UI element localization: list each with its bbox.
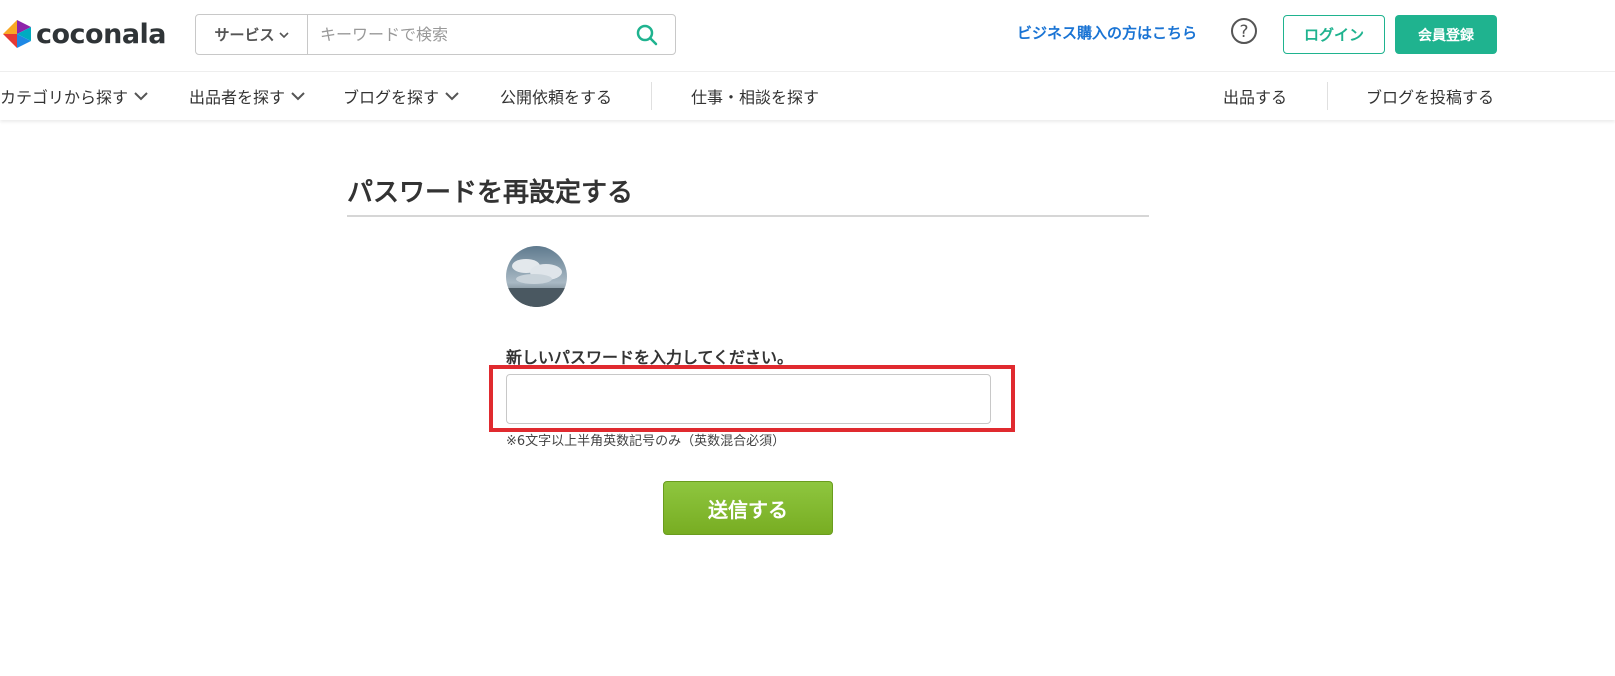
search-category-label: サービス xyxy=(214,26,275,44)
new-password-input[interactable] xyxy=(506,374,991,424)
search-bar: サービス xyxy=(195,14,676,55)
nav-item-sellers[interactable]: 出品者を探す xyxy=(189,72,305,120)
chevron-down-icon xyxy=(291,92,305,101)
business-purchase-link[interactable]: ビジネス購入の方はこちら xyxy=(1017,22,1197,43)
search-button[interactable] xyxy=(619,15,675,54)
user-avatar-image xyxy=(506,246,567,307)
nav-item-label: 仕事・相談を探す xyxy=(691,88,820,107)
password-hint: ※6文字以上半角英数記号のみ（英数混合必須） xyxy=(506,434,786,449)
submit-button[interactable]: 送信する xyxy=(663,481,833,535)
search-icon xyxy=(636,24,658,45)
site-header: coconala サービス ビジネス購入の方はこちら ? ログイン 会員登録 xyxy=(0,0,1615,72)
avatar xyxy=(506,246,567,307)
nav-divider xyxy=(1327,82,1328,110)
nav-item-label: ブログを探す xyxy=(343,88,440,107)
nav-item-sell[interactable]: 出品する xyxy=(1223,72,1287,120)
coconala-logo-icon xyxy=(3,20,31,48)
nav-item-label: ブログを投稿する xyxy=(1366,88,1495,107)
svg-text:?: ? xyxy=(1239,22,1248,42)
title-divider xyxy=(347,215,1149,217)
search-input[interactable] xyxy=(308,15,619,54)
chevron-down-icon xyxy=(445,92,459,101)
help-icon[interactable]: ? xyxy=(1230,17,1258,45)
page-title: パスワードを再設定する xyxy=(347,178,634,208)
nav-item-blogs[interactable]: ブログを探す xyxy=(343,72,459,120)
chevron-down-icon xyxy=(278,31,289,38)
chevron-down-icon xyxy=(134,92,148,101)
nav-divider xyxy=(651,82,652,110)
nav-item-label: 公開依頼をする xyxy=(500,88,613,107)
register-button[interactable]: 会員登録 xyxy=(1395,15,1497,54)
nav-item-label: 出品者を探す xyxy=(189,88,286,107)
site-logo[interactable]: coconala xyxy=(0,14,167,54)
logo-wordmark: coconala xyxy=(36,18,167,50)
nav-item-categories[interactable]: カテゴリから探す xyxy=(0,72,148,120)
search-category-select[interactable]: サービス xyxy=(196,15,308,54)
nav-item-find-jobs[interactable]: 仕事・相談を探す xyxy=(691,72,819,120)
login-button[interactable]: ログイン xyxy=(1283,15,1385,54)
main-nav: カテゴリから探す 出品者を探す ブログを探す 公開依頼をする 仕事・相談を探す … xyxy=(0,72,1615,120)
nav-item-post-blog[interactable]: ブログを投稿する xyxy=(1366,72,1494,120)
nav-item-label: カテゴリから探す xyxy=(0,88,129,107)
nav-item-label: 出品する xyxy=(1223,88,1288,107)
nav-item-public-request[interactable]: 公開依頼をする xyxy=(500,72,612,120)
